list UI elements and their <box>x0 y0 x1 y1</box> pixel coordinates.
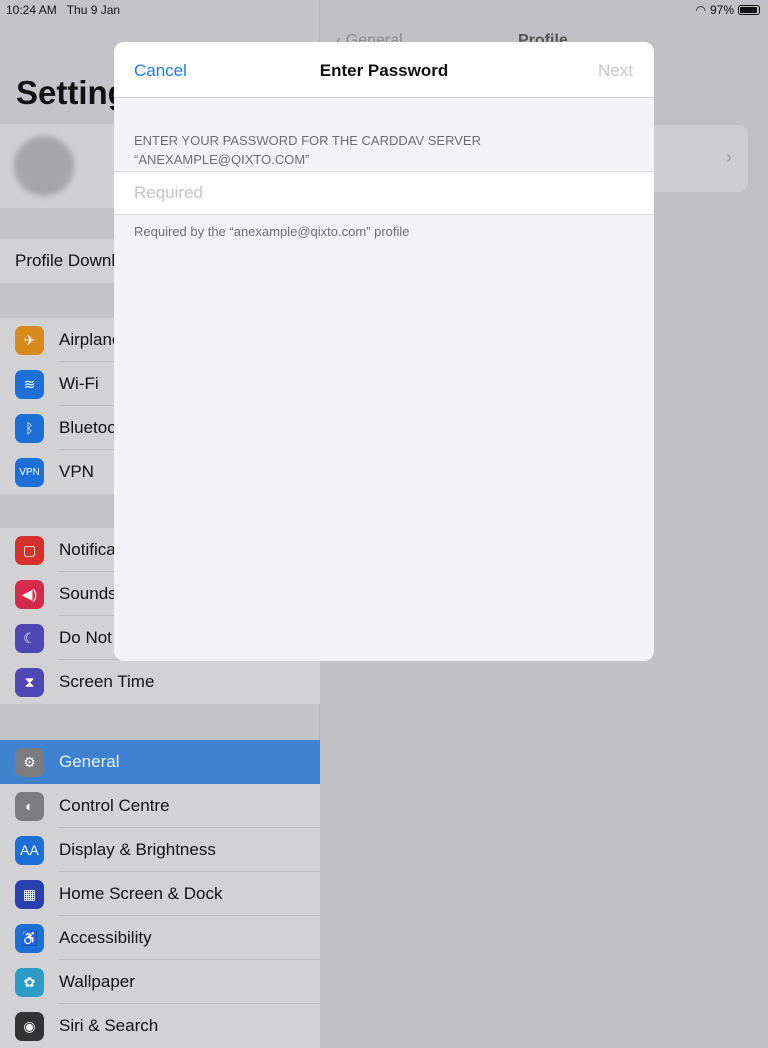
password-input[interactable] <box>114 172 654 214</box>
home-screen-icon: ▦ <box>15 879 44 909</box>
section-header: ENTER YOUR PASSWORD FOR THE CARDDAV SERV… <box>134 131 481 169</box>
section-footer: Required by the “anexample@qixto.com” pr… <box>134 224 410 239</box>
password-field[interactable] <box>114 171 654 215</box>
dialog-title: Enter Password <box>319 61 449 80</box>
wallpaper-icon: ✿ <box>15 967 44 997</box>
sidebar-item-label: Home Screen & Dock <box>59 872 320 916</box>
sounds-icon: ◀) <box>15 579 44 609</box>
display-icon: AA <box>15 835 44 865</box>
gear-icon: ⚙ <box>15 747 44 777</box>
notifications-icon: ▢ <box>15 535 44 565</box>
status-bar: 10:24 AM Thu 9 Jan ◠ 97% <box>0 0 768 20</box>
enter-password-dialog: Cancel Enter Password Next ENTER YOUR PA… <box>114 42 654 661</box>
time: 10:24 AM <box>6 3 57 17</box>
sidebar-item-label: Display & Brightness <box>59 828 320 872</box>
sidebar-item-label: General <box>59 752 120 771</box>
sidebar-item-label: Siri & Search <box>59 1016 159 1035</box>
sidebar-item-screen-time[interactable]: ⧗ Screen Time <box>0 660 320 704</box>
sidebar-item-label: Accessibility <box>59 916 320 960</box>
hourglass-icon: ⧗ <box>15 667 44 697</box>
airplane-icon: ✈ <box>15 325 44 355</box>
sidebar-item-control-centre[interactable]: ◐ Control Centre <box>0 784 320 828</box>
next-button[interactable]: Next <box>598 61 633 81</box>
moon-icon: ☾ <box>15 623 44 653</box>
accessibility-icon: ♿ <box>15 923 44 953</box>
date: Thu 9 Jan <box>66 3 121 17</box>
battery-percent: 97% <box>709 3 734 17</box>
sidebar-item-label: Control Centre <box>59 784 320 828</box>
bluetooth-icon: ᛒ <box>15 413 44 443</box>
sidebar-item-wallpaper[interactable]: ✿ Wallpaper <box>0 960 320 1004</box>
sidebar-item-label: Screen Time <box>59 672 155 691</box>
toggles-icon: ◐ <box>15 791 44 821</box>
wifi-icon: ≋ <box>15 369 44 399</box>
chevron-right-icon: › <box>726 147 732 167</box>
battery-icon <box>738 5 760 15</box>
sidebar-item-siri-search[interactable]: ◉ Siri & Search <box>0 1004 320 1048</box>
vpn-icon: VPN <box>15 457 44 487</box>
sidebar-item-display-brightness[interactable]: AA Display & Brightness <box>0 828 320 872</box>
avatar <box>14 136 74 196</box>
sidebar-item-home-screen-dock[interactable]: ▦ Home Screen & Dock <box>0 872 320 916</box>
sidebar-item-label: Wallpaper <box>59 960 320 1004</box>
section-header-line: ENTER YOUR PASSWORD FOR THE CARDDAV SERV… <box>134 133 481 148</box>
status-time: 10:24 AM Thu 9 Jan <box>6 3 120 17</box>
siri-icon: ◉ <box>15 1011 44 1041</box>
wifi-icon: ◠ <box>695 3 706 17</box>
sidebar-item-accessibility[interactable]: ♿ Accessibility <box>0 916 320 960</box>
dialog-header: Cancel Enter Password Next <box>114 42 654 98</box>
section-header-line: “ANEXAMPLE@QIXTO.COM” <box>134 152 310 167</box>
sidebar-item-general[interactable]: ⚙ General <box>0 740 320 784</box>
